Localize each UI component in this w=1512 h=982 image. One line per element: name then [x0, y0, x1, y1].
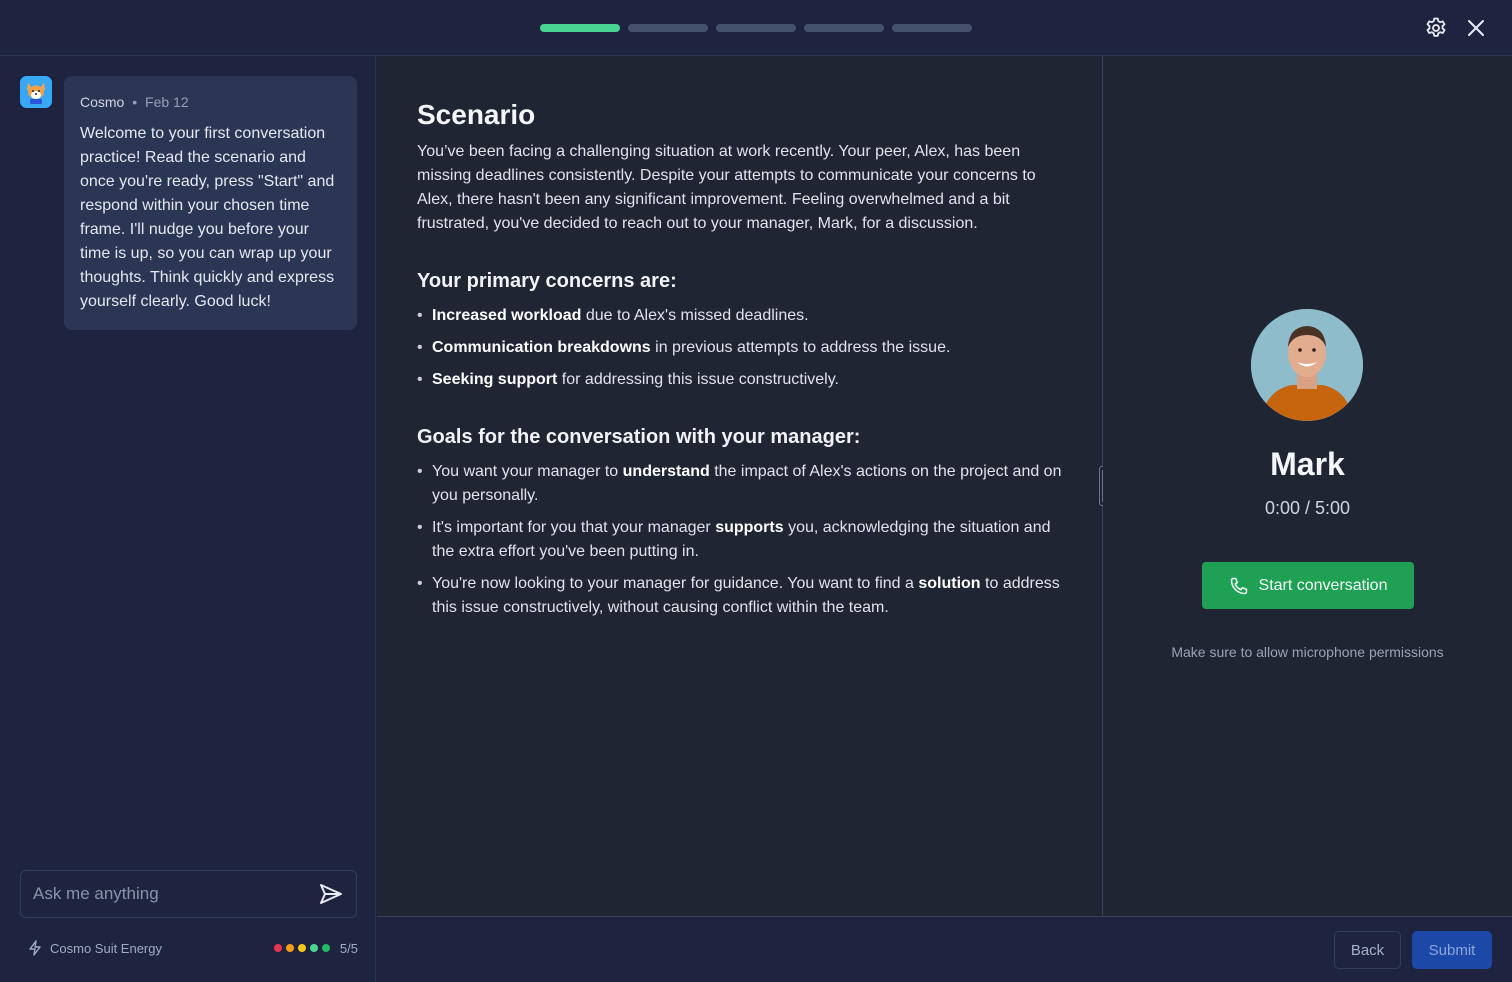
energy-dots [273, 944, 330, 952]
energy-dot [321, 944, 330, 952]
goal-item: You want your manager to understand the … [417, 460, 1072, 508]
energy-dot [309, 944, 318, 952]
lightning-icon [29, 940, 41, 956]
message-meta: Cosmo • Feb 12 [80, 94, 341, 110]
start-conversation-label: Start conversation [1258, 576, 1388, 594]
conversation-timer: 0:00 / 5:00 [1264, 498, 1351, 518]
energy-value: 5/5 [339, 940, 358, 956]
ask-input-container [20, 870, 357, 918]
energy-dot [285, 944, 294, 952]
progress-step-3 [716, 24, 796, 32]
goals-heading: Goals for the conversation with your man… [417, 426, 861, 448]
progress-step-1 [540, 24, 620, 32]
close-icon [1468, 20, 1484, 36]
footer-bar: Back Submit [377, 916, 1512, 982]
concerns-heading: Your primary concerns are: [417, 270, 677, 292]
cosmo-avatar [20, 76, 52, 108]
submit-button[interactable]: Submit [1412, 931, 1492, 969]
settings-button[interactable] [1422, 14, 1450, 42]
ask-input[interactable] [33, 884, 318, 904]
message-text: Welcome to your first conversation pract… [80, 125, 335, 310]
top-bar [0, 0, 1512, 56]
concern-item: Communication breakdowns in previous att… [417, 336, 1072, 360]
progress-step-5 [892, 24, 972, 32]
back-button[interactable]: Back [1334, 931, 1401, 969]
close-button[interactable] [1462, 14, 1490, 42]
phone-icon [1230, 577, 1247, 594]
gear-icon [1426, 17, 1446, 37]
conversation-panel: Mark 0:00 / 5:00 Start conversation Make… [1103, 56, 1512, 916]
assistant-sidebar: Cosmo • Feb 12 Welcome to your first con… [0, 56, 376, 982]
energy-dot [297, 944, 306, 952]
progress-step-2 [628, 24, 708, 32]
energy-dot [273, 944, 282, 952]
energy-meter: Cosmo Suit Energy 5/5 [28, 938, 358, 958]
start-conversation-button[interactable]: Start conversation [1202, 562, 1414, 609]
person-photo-icon [1251, 309, 1363, 421]
step-progress [540, 24, 972, 32]
energy-label: Cosmo Suit Energy [50, 940, 162, 956]
concern-item: Seeking support for addressing this issu… [417, 368, 1072, 392]
message-date: Feb 12 [145, 94, 189, 110]
goal-item: You're now looking to your manager for g… [417, 572, 1072, 620]
concerns-list: Increased workload due to Alex's missed … [417, 304, 1062, 392]
meta-separator: • [132, 94, 138, 110]
scenario-title: Scenario [417, 99, 536, 130]
scenario-panel: Scenario You’ve been facing a challengin… [377, 56, 1102, 916]
scenario-intro: You’ve been facing a challenging situati… [417, 143, 1036, 232]
goal-item: It's important for you that your manager… [417, 516, 1072, 564]
corgi-mascot-icon [20, 76, 52, 108]
send-icon [320, 884, 342, 904]
concern-item: Increased workload due to Alex's missed … [417, 304, 1072, 328]
goals-list: You want your manager to understand the … [417, 460, 1062, 620]
microphone-permission-note: Make sure to allow microphone permission… [1171, 644, 1444, 660]
manager-name: Mark [1270, 446, 1345, 482]
manager-avatar [1251, 309, 1363, 421]
progress-step-4 [804, 24, 884, 32]
message-author: Cosmo [80, 94, 125, 110]
chat-message: Cosmo • Feb 12 Welcome to your first con… [64, 76, 357, 330]
send-button[interactable] [318, 881, 344, 907]
